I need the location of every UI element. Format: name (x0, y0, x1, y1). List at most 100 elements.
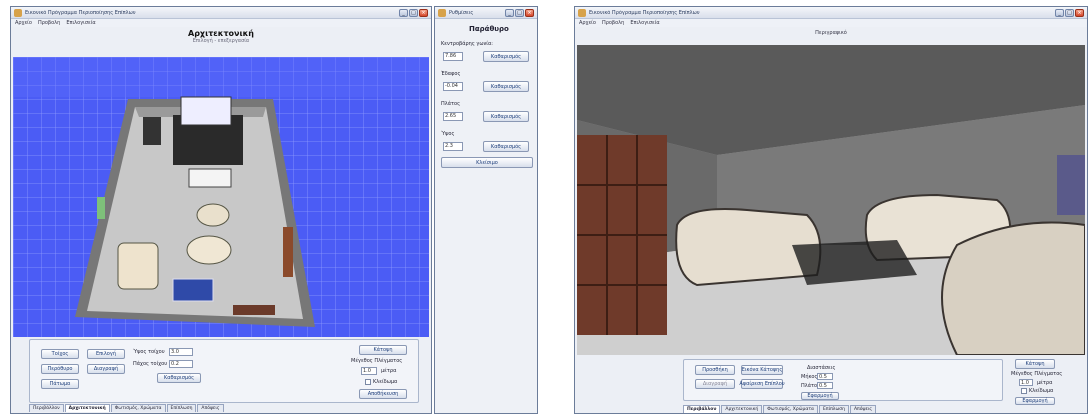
armchair-model[interactable] (941, 221, 1085, 356)
field-label-ground: Έδαφος (441, 71, 461, 77)
tab-architecture[interactable]: Αρχιτεκτονική (64, 404, 110, 412)
angle-clear-button[interactable]: Καθαρισμός (483, 51, 529, 62)
menu-view[interactable]: Προβολη (602, 20, 624, 26)
grid-unit-label-right: μέτρα (1037, 380, 1053, 386)
window-element[interactable] (180, 96, 232, 126)
menu-bar: Αρχείο Προβολη Επιλογισεία (11, 19, 431, 27)
maximize-icon[interactable]: □ (515, 8, 524, 17)
minimize-icon[interactable]: _ (1055, 8, 1064, 17)
close-icon[interactable]: × (419, 8, 428, 17)
maximize-icon[interactable]: □ (409, 8, 418, 17)
close-button[interactable]: Κλείσιμο (441, 157, 533, 168)
select-button[interactable]: Επιλογή (87, 349, 125, 359)
length-label: Μήκος (801, 374, 818, 380)
lock-checkbox[interactable] (365, 379, 371, 385)
tab-furnishing[interactable]: Επίπλωση (166, 404, 197, 412)
floor-button[interactable]: Πάτωμα (41, 379, 79, 389)
wall-thickness-label: Πάχος τοίχου (133, 361, 168, 367)
app-icon (14, 8, 22, 17)
grid-size-input-right[interactable]: 1.0 (1019, 379, 1033, 386)
page-header: Αρχιτεκτονική Επιλογή - επεξεργασία (11, 27, 431, 47)
menu-file[interactable]: Αρχείο (15, 20, 32, 26)
wall-thickness-input[interactable]: 0.2 (169, 360, 193, 368)
top-view-button[interactable]: Κάτοψη (1015, 359, 1055, 369)
apply-close-button[interactable]: Εφαρμογή (1015, 397, 1055, 405)
title-bar[interactable]: Εικονικό Πρόγραμμα Περιοποίησης Επίπλων … (11, 7, 431, 19)
wall-height-input[interactable]: 3.0 (169, 348, 193, 356)
3d-perspective-viewport[interactable] (577, 45, 1085, 355)
minimize-icon[interactable]: _ (399, 8, 408, 17)
wall-panel-model (1057, 155, 1085, 215)
camera-view-button[interactable]: Εικόνα Κάτοψης (741, 365, 783, 375)
ground-input[interactable]: -0.04 (443, 82, 463, 91)
page-title-right: Περιγραφικό (815, 30, 847, 36)
doors-button[interactable]: Περόθυρο (41, 364, 79, 374)
grid-unit-label: μέτρα (381, 368, 397, 374)
bottom-tabs: Περιβάλλον Αρχιτεκτονική Φωτισμός, Χρώμα… (29, 404, 224, 412)
add-button[interactable]: Προσθήκη (695, 365, 735, 375)
cabinet-furniture[interactable] (283, 227, 293, 277)
menu-options[interactable]: Επιλογισεία (630, 20, 659, 26)
minimize-icon[interactable]: _ (505, 8, 514, 17)
app-icon (438, 8, 446, 17)
camera-button[interactable]: Κάτοψη (359, 345, 407, 355)
bookshelf-furniture[interactable] (233, 305, 275, 315)
counter-furniture[interactable] (188, 168, 232, 188)
angle-input[interactable]: 7.86 (443, 52, 463, 61)
ground-clear-button[interactable]: Καθαρισμός (483, 81, 529, 92)
width-clear-button[interactable]: Καθαρισμός (483, 111, 529, 122)
door-element[interactable] (97, 197, 105, 219)
width-input[interactable]: 2.65 (443, 112, 463, 121)
window-title-right: Εικονικό Πρόγραμμα Περιοποίησης Επίπλων (589, 9, 700, 16)
tab-lighting-colors[interactable]: Φωτισμός, Χρώματα (110, 404, 166, 412)
height-clear-button[interactable]: Καθαρισμός (483, 141, 529, 152)
field-label-angle: Κεντροβάρης γωνία: (441, 41, 493, 47)
close-icon[interactable]: × (1075, 8, 1084, 17)
clear-button[interactable]: Καθαρισμός (157, 373, 201, 383)
depth-input[interactable]: 0.5 (817, 382, 833, 389)
field-label-height: Ύψος (441, 131, 455, 137)
architecture-window: Εικονικό Πρόγραμμα Περιοποίησης Επίπλων … (10, 6, 432, 414)
lock-checkbox-right[interactable] (1021, 388, 1027, 394)
sofa-furniture[interactable] (117, 242, 159, 290)
tab-views[interactable]: Απόψεις (849, 405, 877, 413)
lock-label-right: Κλείδωμα (1029, 388, 1054, 394)
wall-button[interactable]: Τοίχος (41, 349, 79, 359)
tab-furnishing[interactable]: Επίπλωση (819, 405, 849, 413)
grid-size-label: Μέγεθος Πλέγματος (351, 358, 403, 364)
window-title: Εικονικό Πρόγραμμα Περιοποίησης Επίπλων (25, 9, 136, 16)
menu-view[interactable]: Προβολη (38, 20, 60, 26)
3d-viewport[interactable] (13, 57, 429, 337)
properties-header: Παράθυρο (469, 25, 509, 33)
delete-button[interactable]: Διαγραφή (87, 364, 125, 374)
shelf-furniture[interactable] (143, 117, 161, 145)
remove-furniture-button[interactable]: Αφαίρεση Επίπλου (739, 379, 785, 389)
tab-environment[interactable]: Περιβάλλον (683, 405, 721, 413)
delete-item-button[interactable]: Διαγραφή (695, 379, 735, 389)
grid-size-input[interactable]: 1.0 (361, 367, 377, 375)
menu-options[interactable]: Επιλογισεία (66, 20, 95, 26)
armchair-furniture[interactable] (196, 203, 230, 227)
close-icon[interactable]: × (525, 8, 534, 17)
height-input[interactable]: 2.3 (443, 142, 463, 151)
page-header-right: Περιγραφικό (575, 27, 1087, 43)
apply-button[interactable]: Εφαρμογή (801, 392, 839, 400)
tab-views[interactable]: Απόψεις (197, 404, 224, 412)
title-bar-right[interactable]: Εικονικό Πρόγραμμα Περιοποίησης Επίπλων … (575, 7, 1087, 19)
length-input[interactable]: 0.5 (817, 373, 833, 380)
coffee-table-furniture[interactable] (172, 278, 214, 302)
tab-environment[interactable]: Περιβάλλον (29, 404, 64, 412)
tab-lighting-colors[interactable]: Φωτισμός, Χρώματα (763, 405, 819, 413)
page-subtitle: Επιλογή - επεξεργασία (192, 38, 250, 44)
maximize-icon[interactable]: □ (1065, 8, 1074, 17)
properties-window: Ρυθμίσεις _ □ × Παράθυρο Κεντροβάρης γων… (434, 6, 538, 414)
wall-height-label: Ύψος τοίχου (133, 349, 165, 355)
menu-file[interactable]: Αρχείο (579, 20, 596, 26)
field-label-width: Πλάτος (441, 101, 461, 107)
grid-size-label-right: Μέγεθος Πλέγματος (1011, 371, 1063, 377)
properties-title-bar[interactable]: Ρυθμίσεις _ □ × (435, 7, 537, 19)
save-button[interactable]: Αποθήκευση (359, 389, 407, 399)
tab-architecture[interactable]: Αρχιτεκτονική (721, 405, 763, 413)
properties-title: Ρυθμίσεις (449, 9, 474, 16)
round-sofa-furniture[interactable] (186, 235, 232, 265)
